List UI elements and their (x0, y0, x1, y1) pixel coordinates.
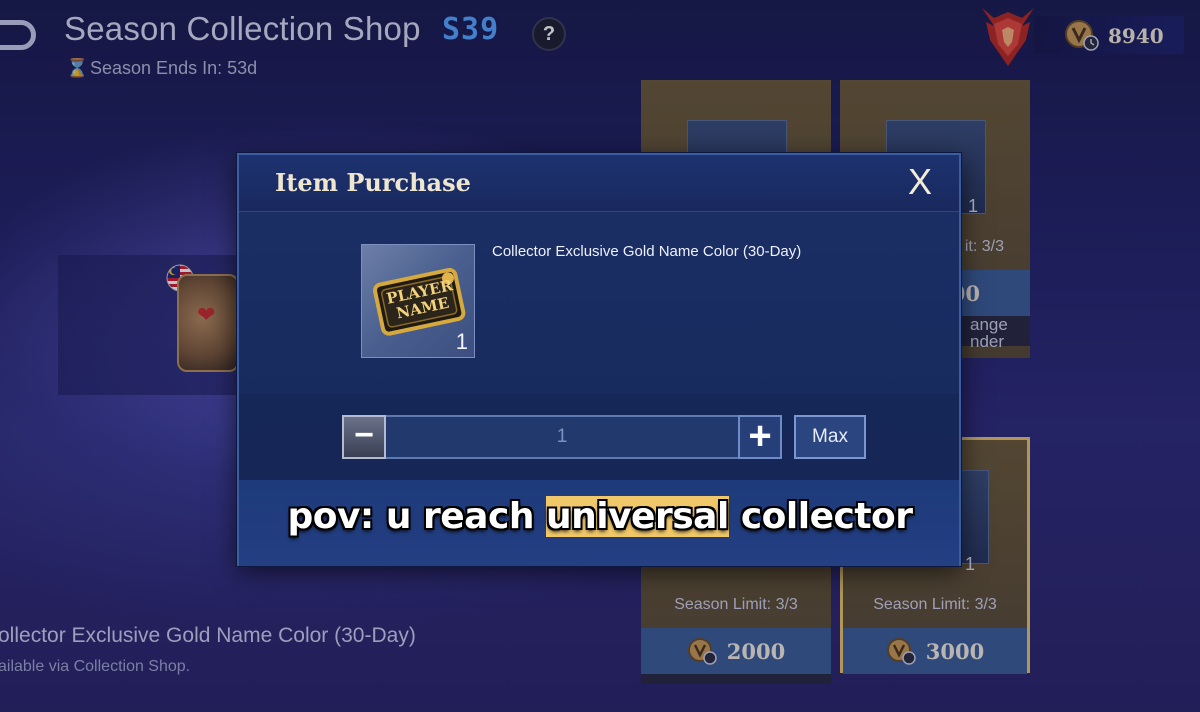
caption-text-after: collector (728, 496, 913, 537)
decrease-quantity-button[interactable]: − (342, 415, 386, 459)
item-icon-frame: PLAYER NAME 1 (361, 244, 475, 358)
caption-text-before: pov: u reach (287, 496, 546, 537)
max-quantity-button[interactable]: Max (794, 415, 866, 459)
dialog-title: Item Purchase (275, 168, 471, 197)
item-quantity: 1 (455, 329, 468, 354)
increase-quantity-button[interactable]: + (738, 415, 782, 459)
caption-highlight: universal (545, 496, 729, 537)
quantity-input[interactable]: 1 (386, 415, 738, 459)
video-caption: pov: u reach universal collector (0, 496, 1200, 537)
dialog-header: Item Purchase X (239, 155, 959, 212)
item-name: Collector Exclusive Gold Name Color (30-… (492, 243, 802, 260)
close-button[interactable]: X (901, 163, 939, 201)
